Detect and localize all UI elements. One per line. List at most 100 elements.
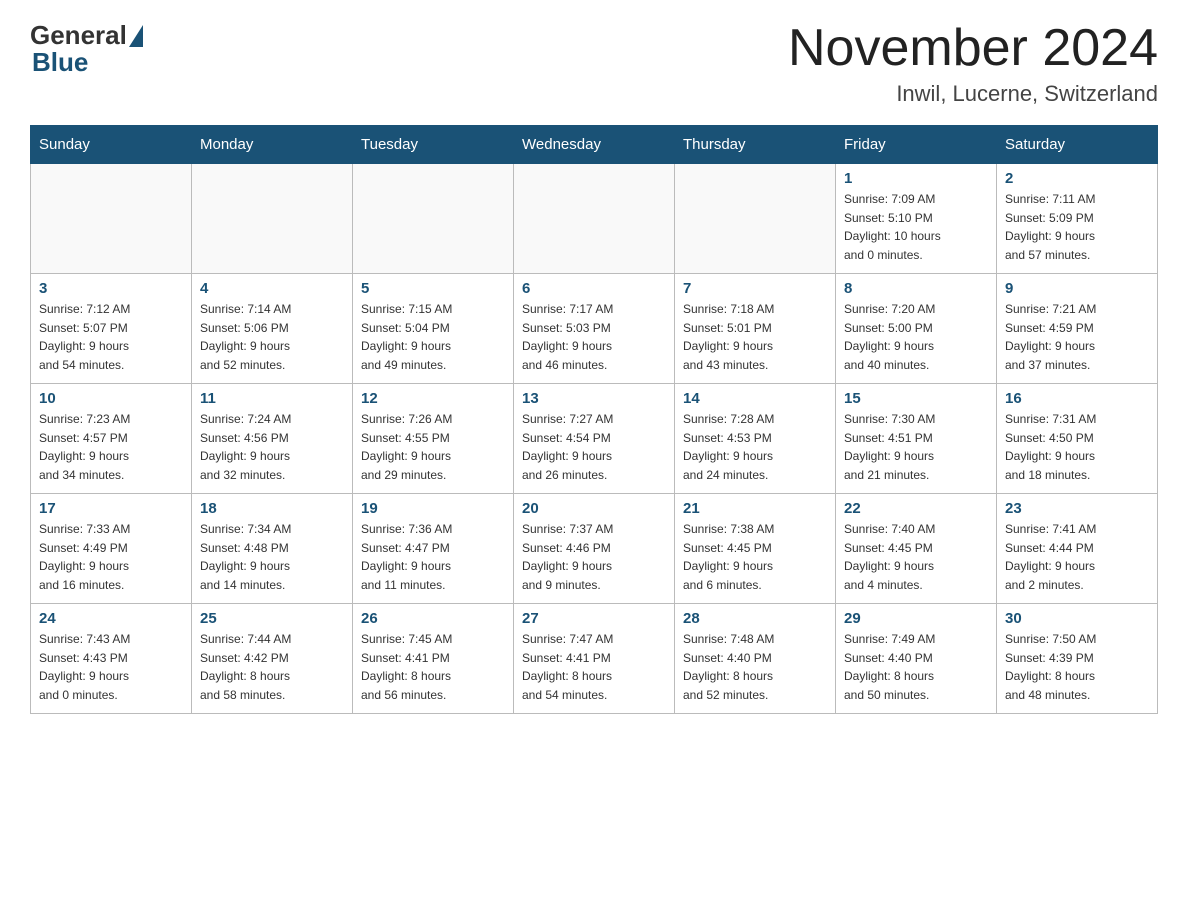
day-number: 27 bbox=[522, 610, 666, 627]
day-number: 26 bbox=[361, 610, 505, 627]
header-cell-thursday: Thursday bbox=[675, 126, 836, 164]
day-info: Sunrise: 7:28 AMSunset: 4:53 PMDaylight:… bbox=[683, 410, 827, 484]
calendar-cell: 20 Sunrise: 7:37 AMSunset: 4:46 PMDayligh… bbox=[514, 494, 675, 604]
header-cell-tuesday: Tuesday bbox=[353, 126, 514, 164]
calendar-cell: 11 Sunrise: 7:24 AMSunset: 4:56 PMDayligh… bbox=[192, 384, 353, 494]
location-title: Inwil, Lucerne, Switzerland bbox=[788, 81, 1158, 107]
day-number: 25 bbox=[200, 610, 344, 627]
calendar-cell: 21 Sunrise: 7:38 AMSunset: 4:45 PMDayligh… bbox=[675, 494, 836, 604]
day-number: 7 bbox=[683, 280, 827, 297]
calendar-cell: 1 Sunrise: 7:09 AMSunset: 5:10 PMDaylight… bbox=[836, 164, 997, 274]
header-cell-monday: Monday bbox=[192, 126, 353, 164]
calendar-cell bbox=[192, 164, 353, 274]
day-info: Sunrise: 7:38 AMSunset: 4:45 PMDaylight:… bbox=[683, 520, 827, 594]
day-info: Sunrise: 7:31 AMSunset: 4:50 PMDaylight:… bbox=[1005, 410, 1149, 484]
page-header: General Blue November 2024 Inwil, Lucern… bbox=[30, 20, 1158, 107]
day-info: Sunrise: 7:45 AMSunset: 4:41 PMDaylight:… bbox=[361, 630, 505, 704]
header-cell-sunday: Sunday bbox=[31, 126, 192, 164]
day-info: Sunrise: 7:24 AMSunset: 4:56 PMDaylight:… bbox=[200, 410, 344, 484]
calendar-cell: 13 Sunrise: 7:27 AMSunset: 4:54 PMDayligh… bbox=[514, 384, 675, 494]
day-info: Sunrise: 7:15 AMSunset: 5:04 PMDaylight:… bbox=[361, 300, 505, 374]
day-info: Sunrise: 7:26 AMSunset: 4:55 PMDaylight:… bbox=[361, 410, 505, 484]
calendar-cell: 15Sunrise: 7:30 AMSunset: 4:51 PMDayligh… bbox=[836, 384, 997, 494]
calendar-cell: 25 Sunrise: 7:44 AMSunset: 4:42 PMDayligh… bbox=[192, 604, 353, 714]
day-info: Sunrise: 7:40 AMSunset: 4:45 PMDaylight:… bbox=[844, 520, 988, 594]
day-number: 14 bbox=[683, 390, 827, 407]
day-info: Sunrise: 7:27 AMSunset: 4:54 PMDaylight:… bbox=[522, 410, 666, 484]
day-number: 10 bbox=[39, 390, 183, 407]
calendar-cell: 4 Sunrise: 7:14 AMSunset: 5:06 PMDaylight… bbox=[192, 274, 353, 384]
day-number: 17 bbox=[39, 500, 183, 517]
day-number: 16 bbox=[1005, 390, 1149, 407]
calendar-row: 10 Sunrise: 7:23 AMSunset: 4:57 PMDayligh… bbox=[31, 384, 1158, 494]
logo-blue-text: Blue bbox=[30, 47, 88, 78]
day-number: 13 bbox=[522, 390, 666, 407]
calendar-cell: 18Sunrise: 7:34 AMSunset: 4:48 PMDayligh… bbox=[192, 494, 353, 604]
day-number: 22 bbox=[844, 500, 988, 517]
calendar-header: SundayMondayTuesdayWednesdayThursdayFrid… bbox=[31, 126, 1158, 164]
day-info: Sunrise: 7:09 AMSunset: 5:10 PMDaylight:… bbox=[844, 190, 988, 264]
day-number: 18 bbox=[200, 500, 344, 517]
day-info: Sunrise: 7:41 AMSunset: 4:44 PMDaylight:… bbox=[1005, 520, 1149, 594]
day-info: Sunrise: 7:11 AMSunset: 5:09 PMDaylight:… bbox=[1005, 190, 1149, 264]
day-number: 28 bbox=[683, 610, 827, 627]
day-info: Sunrise: 7:14 AMSunset: 5:06 PMDaylight:… bbox=[200, 300, 344, 374]
day-number: 23 bbox=[1005, 500, 1149, 517]
logo-triangle-icon bbox=[129, 25, 143, 47]
calendar-row: 24 Sunrise: 7:43 AMSunset: 4:43 PMDayligh… bbox=[31, 604, 1158, 714]
day-info: Sunrise: 7:20 AMSunset: 5:00 PMDaylight:… bbox=[844, 300, 988, 374]
day-info: Sunrise: 7:48 AMSunset: 4:40 PMDaylight:… bbox=[683, 630, 827, 704]
day-number: 8 bbox=[844, 280, 988, 297]
day-info: Sunrise: 7:36 AMSunset: 4:47 PMDaylight:… bbox=[361, 520, 505, 594]
day-info: Sunrise: 7:49 AMSunset: 4:40 PMDaylight:… bbox=[844, 630, 988, 704]
day-info: Sunrise: 7:44 AMSunset: 4:42 PMDaylight:… bbox=[200, 630, 344, 704]
calendar-cell: 2Sunrise: 7:11 AMSunset: 5:09 PMDaylight… bbox=[997, 164, 1158, 274]
calendar-cell: 16 Sunrise: 7:31 AMSunset: 4:50 PMDayligh… bbox=[997, 384, 1158, 494]
calendar-cell: 29 Sunrise: 7:49 AMSunset: 4:40 PMDayligh… bbox=[836, 604, 997, 714]
day-number: 1 bbox=[844, 170, 988, 187]
calendar-row: 1 Sunrise: 7:09 AMSunset: 5:10 PMDaylight… bbox=[31, 164, 1158, 274]
calendar-cell: 17 Sunrise: 7:33 AMSunset: 4:49 PMDayligh… bbox=[31, 494, 192, 604]
calendar-cell: 6Sunrise: 7:17 AMSunset: 5:03 PMDaylight… bbox=[514, 274, 675, 384]
day-number: 30 bbox=[1005, 610, 1149, 627]
calendar-table: SundayMondayTuesdayWednesdayThursdayFrid… bbox=[30, 125, 1158, 714]
header-cell-wednesday: Wednesday bbox=[514, 126, 675, 164]
day-number: 21 bbox=[683, 500, 827, 517]
day-info: Sunrise: 7:33 AMSunset: 4:49 PMDaylight:… bbox=[39, 520, 183, 594]
calendar-cell: 27Sunrise: 7:47 AMSunset: 4:41 PMDayligh… bbox=[514, 604, 675, 714]
day-number: 24 bbox=[39, 610, 183, 627]
day-info: Sunrise: 7:23 AMSunset: 4:57 PMDaylight:… bbox=[39, 410, 183, 484]
day-number: 9 bbox=[1005, 280, 1149, 297]
calendar-cell: 8 Sunrise: 7:20 AMSunset: 5:00 PMDaylight… bbox=[836, 274, 997, 384]
calendar-cell: 24 Sunrise: 7:43 AMSunset: 4:43 PMDayligh… bbox=[31, 604, 192, 714]
calendar-row: 3Sunrise: 7:12 AMSunset: 5:07 PMDaylight… bbox=[31, 274, 1158, 384]
day-number: 6 bbox=[522, 280, 666, 297]
calendar-cell: 19Sunrise: 7:36 AMSunset: 4:47 PMDayligh… bbox=[353, 494, 514, 604]
day-number: 29 bbox=[844, 610, 988, 627]
day-info: Sunrise: 7:50 AMSunset: 4:39 PMDaylight:… bbox=[1005, 630, 1149, 704]
calendar-cell: 12 Sunrise: 7:26 AMSunset: 4:55 PMDayligh… bbox=[353, 384, 514, 494]
day-number: 3 bbox=[39, 280, 183, 297]
calendar-cell bbox=[675, 164, 836, 274]
day-number: 20 bbox=[522, 500, 666, 517]
calendar-cell bbox=[353, 164, 514, 274]
day-number: 15 bbox=[844, 390, 988, 407]
day-number: 12 bbox=[361, 390, 505, 407]
day-number: 4 bbox=[200, 280, 344, 297]
day-number: 11 bbox=[200, 390, 344, 407]
calendar-body: 1 Sunrise: 7:09 AMSunset: 5:10 PMDaylight… bbox=[31, 164, 1158, 714]
month-title: November 2024 bbox=[788, 20, 1158, 77]
calendar-cell bbox=[31, 164, 192, 274]
logo: General Blue bbox=[30, 20, 143, 78]
calendar-cell: 7 Sunrise: 7:18 AMSunset: 5:01 PMDaylight… bbox=[675, 274, 836, 384]
day-info: Sunrise: 7:21 AMSunset: 4:59 PMDaylight:… bbox=[1005, 300, 1149, 374]
day-info: Sunrise: 7:18 AMSunset: 5:01 PMDaylight:… bbox=[683, 300, 827, 374]
calendar-cell: 14 Sunrise: 7:28 AMSunset: 4:53 PMDayligh… bbox=[675, 384, 836, 494]
calendar-cell: 23 Sunrise: 7:41 AMSunset: 4:44 PMDayligh… bbox=[997, 494, 1158, 604]
calendar-cell: 3Sunrise: 7:12 AMSunset: 5:07 PMDaylight… bbox=[31, 274, 192, 384]
day-info: Sunrise: 7:43 AMSunset: 4:43 PMDaylight:… bbox=[39, 630, 183, 704]
calendar-cell: 28 Sunrise: 7:48 AMSunset: 4:40 PMDayligh… bbox=[675, 604, 836, 714]
calendar-cell: 9 Sunrise: 7:21 AMSunset: 4:59 PMDaylight… bbox=[997, 274, 1158, 384]
day-info: Sunrise: 7:37 AMSunset: 4:46 PMDaylight:… bbox=[522, 520, 666, 594]
calendar-cell: 10 Sunrise: 7:23 AMSunset: 4:57 PMDayligh… bbox=[31, 384, 192, 494]
